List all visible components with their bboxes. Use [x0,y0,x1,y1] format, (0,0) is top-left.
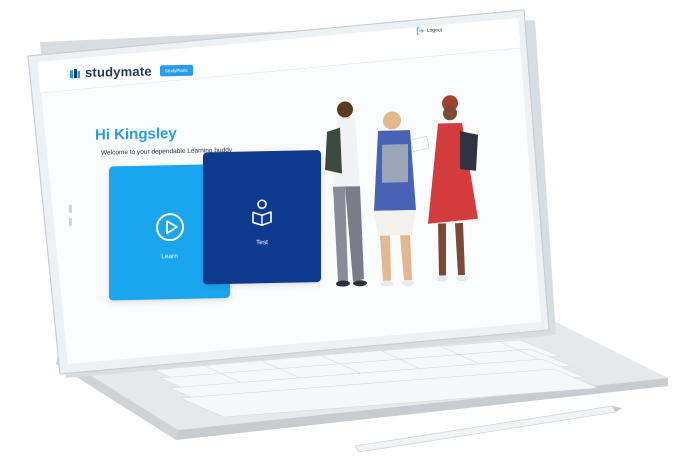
logout-arrow-icon [416,27,424,35]
students-illustration [325,95,478,287]
brand-name: studymate [85,63,152,80]
product-mockup: studymate StudyPlans Logout Hi Kingsley … [0,0,690,460]
logout-link[interactable]: Logout [416,26,442,35]
student-middle [374,111,416,287]
greeting-title: Hi Kingsley [95,125,177,144]
top-navigation: studymate StudyPlans Logout [35,19,550,82]
student-left [325,101,367,287]
book-stack-icon [70,68,80,78]
plan-badge[interactable]: StudyPlans [159,64,193,77]
play-circle-icon [155,213,184,242]
brand[interactable]: studymate StudyPlans [69,63,193,81]
app-screen: studymate StudyPlans Logout Hi Kingsley … [35,19,550,365]
person-reading-icon [252,199,272,227]
logout-label: Logout [426,27,442,34]
student-right [428,95,478,282]
